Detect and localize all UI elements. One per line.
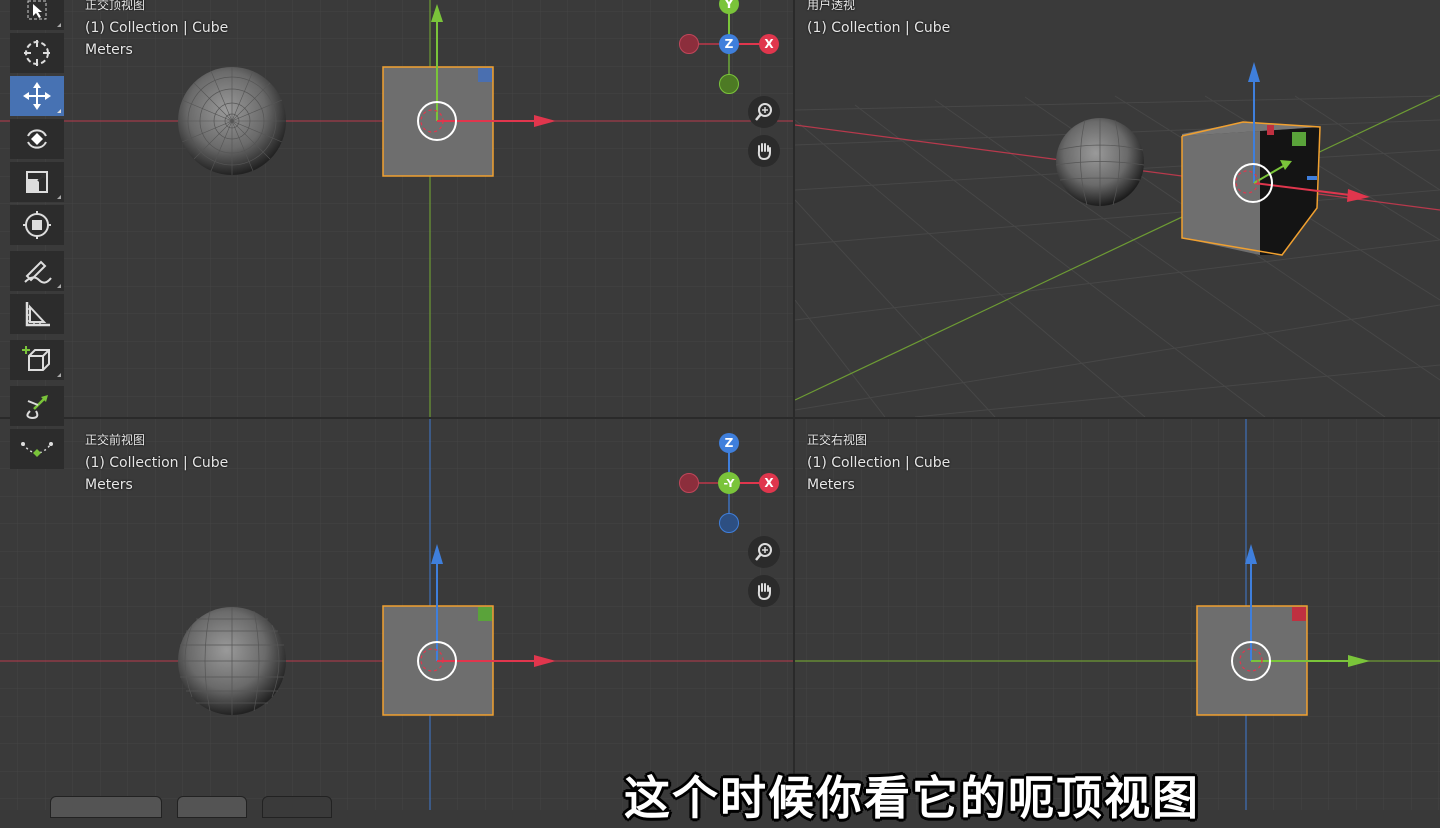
gizmo-neg-x-icon[interactable] bbox=[679, 34, 699, 54]
transform-tool-icon[interactable] bbox=[10, 205, 64, 245]
gizmo-x-icon[interactable]: X bbox=[759, 473, 779, 493]
bottom-bar-button-3[interactable] bbox=[262, 796, 332, 818]
units-label: Meters bbox=[85, 42, 133, 58]
view-name: 用户透视 bbox=[807, 0, 856, 12]
scale-tool-icon[interactable] bbox=[10, 162, 64, 202]
pan-hand-icon[interactable] bbox=[748, 575, 780, 607]
gizmo-neg-y-icon[interactable]: -Y bbox=[718, 472, 740, 494]
collection-label: (1) Collection | Cube bbox=[807, 454, 951, 471]
pan-hand-icon[interactable] bbox=[748, 135, 780, 167]
viewport-right-ortho[interactable]: 正交右视图 (1) Collection | Cube Meters bbox=[795, 419, 1440, 810]
view-name: 正交右视图 bbox=[807, 433, 868, 447]
measure-tool-icon[interactable] bbox=[10, 294, 64, 334]
sphere-object[interactable] bbox=[178, 607, 286, 715]
view-name: 正交顶视图 bbox=[85, 0, 146, 12]
move-tool-icon[interactable] bbox=[10, 76, 64, 116]
view-name: 正交前视图 bbox=[85, 433, 146, 447]
video-subtitle: 这个时候你看它的呃顶视图 bbox=[624, 771, 1200, 825]
collection-label: (1) Collection | Cube bbox=[85, 454, 229, 471]
viewport-top-ortho[interactable]: 正交顶视图 (1) Collection | Cube Meters Y Z X bbox=[0, 0, 793, 417]
collection-label: (1) Collection | Cube bbox=[807, 19, 951, 36]
cursor-tool-icon[interactable] bbox=[10, 33, 64, 73]
viewport-front-ortho[interactable]: 正交前视图 (1) Collection | Cube Meters Z -Y … bbox=[0, 419, 793, 810]
select-box-tool-icon[interactable] bbox=[10, 0, 64, 30]
perspective-grid bbox=[795, 62, 1440, 417]
units-label: Meters bbox=[85, 477, 133, 493]
add-cube-tool-icon[interactable] bbox=[10, 340, 64, 380]
gizmo-neg-x-icon[interactable] bbox=[679, 473, 699, 493]
curve-tool-icon[interactable] bbox=[10, 429, 64, 469]
bottom-bar-button-1[interactable] bbox=[50, 796, 162, 818]
viewport-user-perspective[interactable]: 用户透视 (1) Collection | Cube bbox=[795, 0, 1440, 417]
gizmo-z-icon[interactable]: Z bbox=[719, 34, 739, 54]
zoom-icon[interactable] bbox=[748, 536, 780, 568]
extrude-tool-icon[interactable] bbox=[10, 386, 64, 426]
gizmo-z-icon[interactable]: Z bbox=[719, 433, 739, 453]
gizmo-x-icon[interactable]: X bbox=[759, 34, 779, 54]
sphere-object[interactable] bbox=[178, 67, 286, 175]
viewport-divider-vertical[interactable] bbox=[793, 0, 795, 810]
bottom-bar-button-2[interactable] bbox=[177, 796, 247, 818]
rotate-tool-icon[interactable] bbox=[10, 119, 64, 159]
zoom-icon[interactable] bbox=[748, 96, 780, 128]
tool-shelf bbox=[10, 0, 64, 472]
gizmo-neg-y-icon[interactable] bbox=[719, 74, 739, 94]
collection-label: (1) Collection | Cube bbox=[85, 19, 229, 36]
sphere-object-3d[interactable] bbox=[1055, 118, 1145, 206]
annotate-tool-icon[interactable] bbox=[10, 251, 64, 291]
viewport-divider-horizontal[interactable] bbox=[0, 417, 1440, 419]
gizmo-neg-z-icon[interactable] bbox=[719, 513, 739, 533]
units-label: Meters bbox=[807, 477, 855, 493]
